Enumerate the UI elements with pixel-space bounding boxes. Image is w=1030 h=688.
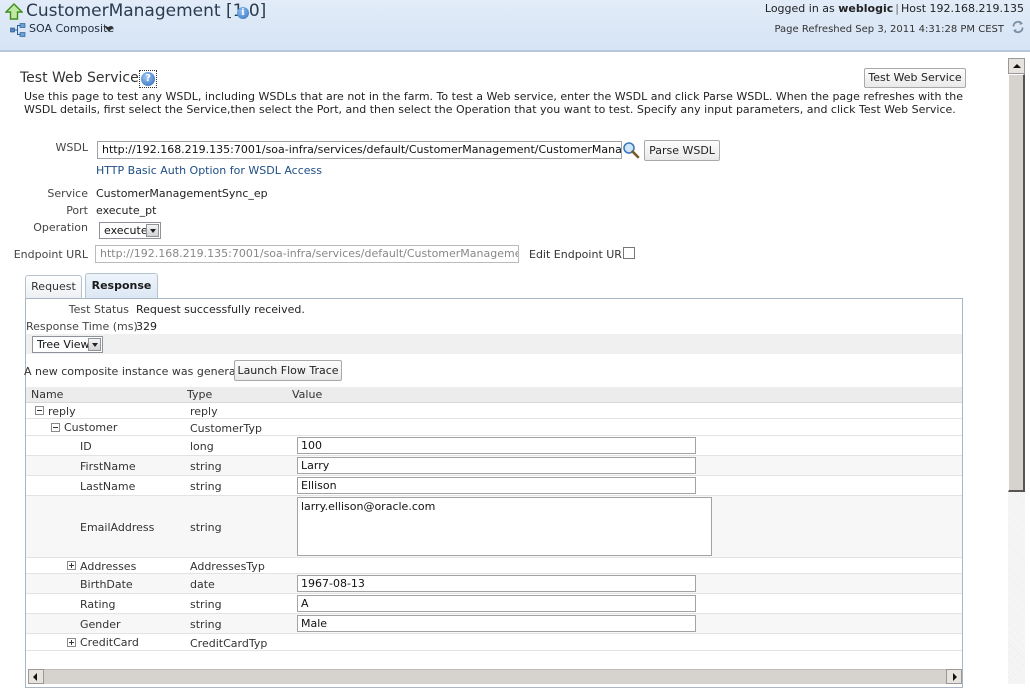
page-title: Test Web Service <box>20 70 139 86</box>
test-web-service-button[interactable]: Test Web Service <box>864 68 966 88</box>
username: weblogic <box>838 2 894 15</box>
table-row <box>26 403 962 419</box>
row-type: reply <box>190 405 218 418</box>
row-name: Gender <box>80 618 121 631</box>
tab-response[interactable]: Response <box>85 273 158 299</box>
http-basic-auth-link[interactable]: HTTP Basic Auth Option for WSDL Access <box>96 164 322 177</box>
host-label: Host 192.168.219.135 <box>900 2 1024 15</box>
email-value-textarea[interactable]: larry.ellison@oracle.com <box>297 497 712 556</box>
up-arrow-icon[interactable] <box>5 3 23 21</box>
column-header-name[interactable]: Name <box>31 388 63 401</box>
port-label: Port <box>66 204 88 217</box>
row-name: Rating <box>80 598 116 611</box>
page-refreshed-text: Page Refreshed Sep 3, 2011 4:31:28 PM CE… <box>774 24 1004 35</box>
collapse-icon[interactable] <box>51 423 60 432</box>
row-type: string <box>190 480 222 493</box>
firstname-value-input[interactable]: Larry <box>297 457 696 474</box>
arrow-right-icon <box>953 673 957 681</box>
service-value: CustomerManagementSync_ep <box>96 187 268 200</box>
test-status-value: Request successfully received. <box>136 303 305 316</box>
test-status-label: Test Status <box>68 303 129 316</box>
row-name: Addresses <box>80 560 137 573</box>
operation-label: Operation <box>33 221 88 234</box>
collapse-icon[interactable] <box>35 406 44 415</box>
arrow-up-icon <box>1013 64 1021 68</box>
column-header-type[interactable]: Type <box>187 388 212 401</box>
view-mode-selected-value: Tree View <box>37 338 90 351</box>
view-toolbar <box>26 334 962 354</box>
scroll-left-button[interactable] <box>28 669 44 684</box>
gender-value-input[interactable]: Male <box>297 615 696 632</box>
row-type: string <box>190 460 222 473</box>
grid-header <box>26 387 962 403</box>
edit-endpoint-label: Edit Endpoint URL <box>529 248 629 261</box>
arrow-left-icon <box>33 673 37 681</box>
scroll-right-button[interactable] <box>946 669 962 684</box>
login-info: Logged in as weblogic | Host 192.168.219.1… <box>765 2 1024 15</box>
expand-icon[interactable] <box>67 561 76 570</box>
row-name: Customer <box>64 421 118 434</box>
birthdate-value-input[interactable]: 1967-08-13 <box>297 575 696 592</box>
table-row <box>26 634 962 651</box>
row-type: CustomerTyp <box>190 422 262 435</box>
chevron-down-icon[interactable] <box>105 27 113 32</box>
parse-wsdl-button[interactable]: Parse WSDL <box>644 140 720 161</box>
row-type: long <box>190 440 214 453</box>
service-label: Service <box>47 187 88 200</box>
vertical-scroll-thumb[interactable] <box>1008 74 1025 492</box>
response-time-value: 329 <box>136 320 157 333</box>
operation-select[interactable]: execute <box>99 222 161 239</box>
rating-value-input[interactable]: A <box>297 595 696 612</box>
launch-flow-trace-button[interactable]: Launch Flow Trace <box>234 360 342 381</box>
edit-endpoint-checkbox[interactable] <box>623 247 635 259</box>
tab-request[interactable]: Request <box>25 275 82 299</box>
operation-selected-value: execute <box>104 224 148 237</box>
row-name: CreditCard <box>80 636 139 649</box>
header-bar: CustomerManagement [1.0] i SOA Composite… <box>0 0 1030 52</box>
row-name: ID <box>80 440 92 453</box>
help-glyph: ? <box>141 72 155 86</box>
row-type: string <box>190 618 222 631</box>
page-description: Use this page to test any WSDL, includin… <box>24 90 963 116</box>
port-value: execute_pt <box>96 204 157 217</box>
table-row <box>26 419 962 436</box>
refresh-icon[interactable] <box>1011 20 1025 34</box>
row-name: LastName <box>80 480 136 493</box>
row-type: AddressesTyp <box>190 560 265 573</box>
row-name: reply <box>48 405 76 418</box>
row-name: FirstName <box>80 460 136 473</box>
logged-in-prefix: Logged in as <box>764 2 835 15</box>
row-type: CreditCardTyp <box>190 637 268 650</box>
column-header-value[interactable]: Value <box>292 388 322 401</box>
wsdl-label: WSDL <box>55 141 88 154</box>
horizontal-scrollbar[interactable] <box>28 669 962 684</box>
scroll-up-button[interactable] <box>1008 58 1025 74</box>
help-icon[interactable]: ? <box>139 70 157 88</box>
lastname-value-input[interactable]: Ellison <box>297 477 696 494</box>
row-name: BirthDate <box>80 578 133 591</box>
table-row <box>26 558 962 574</box>
endpoint-url-label: Endpoint URL <box>13 248 88 261</box>
row-name: EmailAddress <box>80 521 155 534</box>
separator: | <box>895 2 899 15</box>
row-type: string <box>190 521 222 534</box>
app-title: CustomerManagement [1.0] <box>26 1 267 21</box>
dropdown-arrow-icon[interactable] <box>88 338 101 351</box>
response-time-label: Response Time (ms) <box>26 320 138 333</box>
dropdown-arrow-icon[interactable] <box>146 224 159 237</box>
info-icon[interactable]: i <box>237 7 249 19</box>
endpoint-url-input[interactable]: http://192.168.219.135:7001/soa-infra/se… <box>95 245 519 263</box>
soa-composite-menu[interactable]: SOA Composite <box>29 22 114 35</box>
id-value-input[interactable]: 100 <box>297 437 696 454</box>
instance-message: A new composite instance was generated. <box>24 365 258 378</box>
search-icon[interactable] <box>622 141 640 159</box>
view-mode-select[interactable]: Tree View <box>32 336 103 353</box>
row-type: string <box>190 598 222 611</box>
soa-composite-icon <box>10 23 26 37</box>
row-type: date <box>190 578 215 591</box>
expand-icon[interactable] <box>67 638 76 647</box>
wsdl-input[interactable]: http://192.168.219.135:7001/soa-infra/se… <box>97 141 622 159</box>
